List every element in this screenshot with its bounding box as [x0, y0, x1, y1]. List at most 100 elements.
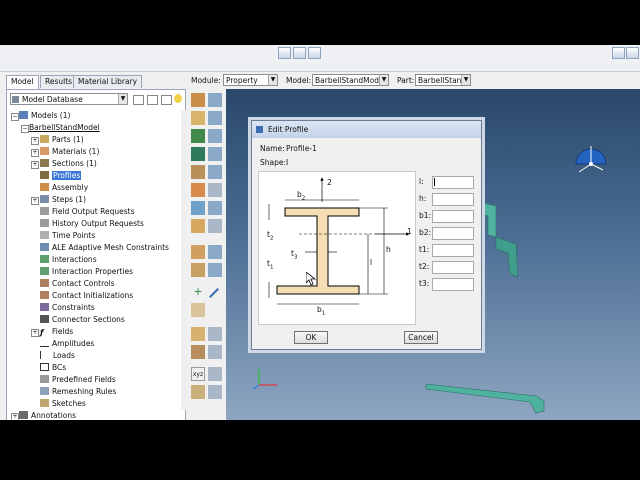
expand-annotations-icon[interactable]: +: [11, 413, 19, 420]
tree-item-ale-constraints[interactable]: ALE Adaptive Mesh Constraints: [40, 242, 169, 254]
module-select[interactable]: Property ▼: [223, 74, 278, 86]
tree-item-remeshing-rules[interactable]: Remeshing Rules: [40, 386, 116, 398]
inertia-icon[interactable]: [191, 263, 205, 277]
field-l-input[interactable]: [432, 176, 474, 189]
field-b1-label: b1:: [419, 211, 432, 220]
field-b2-input[interactable]: [432, 227, 474, 240]
model-select[interactable]: BarbellStandModel ▼: [312, 74, 389, 86]
assign-section-icon[interactable]: [191, 129, 205, 143]
orientation-manager-icon[interactable]: [208, 147, 222, 161]
toolbar-icon[interactable]: [293, 47, 306, 59]
special-icon[interactable]: [191, 245, 205, 259]
lightbulb-icon[interactable]: [174, 94, 182, 103]
tree-item-time-points[interactable]: Time Points: [40, 230, 95, 242]
expand-materials-icon[interactable]: +: [31, 149, 39, 157]
create-material-icon[interactable]: [191, 93, 205, 107]
field-t3-input[interactable]: [432, 278, 474, 291]
expand-parts-icon[interactable]: +: [31, 137, 39, 145]
tree-item-profiles[interactable]: Profiles: [40, 170, 82, 182]
section-assignment-manager-icon[interactable]: [208, 129, 222, 143]
field-b1-input[interactable]: [432, 210, 474, 223]
tree-item-parts[interactable]: Parts (1): [40, 134, 84, 146]
tree-item-interactions[interactable]: Interactions: [40, 254, 97, 266]
interaction-properties-icon: [40, 267, 49, 275]
profiles-icon: [40, 171, 49, 179]
tab-model[interactable]: Model: [6, 75, 39, 89]
expand-sections-icon[interactable]: +: [31, 161, 39, 169]
collapse-models-icon[interactable]: −: [11, 113, 19, 121]
tree-item-loads[interactable]: Loads: [40, 350, 75, 362]
tab-results[interactable]: Results: [40, 75, 78, 88]
expand-fields-icon[interactable]: +: [31, 329, 39, 337]
tree-item-fields[interactable]: ƒ Fields: [40, 326, 73, 338]
stringer-icon[interactable]: [208, 219, 222, 233]
beam-section-icon[interactable]: [208, 183, 222, 197]
materials-icon: [40, 147, 49, 155]
tree-item-sketches[interactable]: Sketches: [40, 398, 86, 410]
cancel-button[interactable]: Cancel: [404, 331, 438, 344]
tree-item-interaction-properties[interactable]: Interaction Properties: [40, 266, 133, 278]
create-profile-icon[interactable]: [191, 165, 205, 179]
tree-item-materials[interactable]: Materials (1): [40, 146, 99, 158]
toolbar-icon[interactable]: [626, 47, 639, 59]
query-icon[interactable]: [191, 345, 205, 359]
composite-layup-icon[interactable]: [191, 201, 205, 215]
section-manager-icon[interactable]: [208, 111, 222, 125]
transform-icon[interactable]: [208, 367, 222, 381]
b1-label: b1: [317, 305, 325, 317]
filter-icon[interactable]: [133, 95, 144, 105]
tree-item-sections[interactable]: Sections (1): [40, 158, 97, 170]
tab-material-library[interactable]: Material Library: [73, 75, 143, 88]
assign-orientation-icon[interactable]: [191, 147, 205, 161]
view-icon[interactable]: [191, 385, 205, 399]
tree-item-annotations[interactable]: Annotations: [19, 410, 76, 420]
tree-item-predefined-fields[interactable]: Predefined Fields: [40, 374, 116, 386]
tree-item-field-output-requests[interactable]: Field Output Requests: [40, 206, 135, 218]
datum-plane-icon[interactable]: [191, 303, 205, 317]
tree-item-history-output-requests[interactable]: History Output Requests: [40, 218, 144, 230]
collapse-model-icon[interactable]: −: [21, 125, 29, 133]
expand-icon[interactable]: [161, 95, 172, 105]
create-section-icon[interactable]: [191, 111, 205, 125]
expand-steps-icon[interactable]: +: [31, 197, 39, 205]
tree-item-steps[interactable]: Steps (1): [40, 194, 86, 206]
partition-face-icon[interactable]: [208, 327, 222, 341]
database-icon: [12, 96, 19, 103]
model-database-select[interactable]: Model Database ▼: [10, 93, 128, 105]
inertia-manager-icon[interactable]: [208, 263, 222, 277]
collapse-icon[interactable]: [147, 95, 158, 105]
field-t2-input[interactable]: [432, 261, 474, 274]
part-select[interactable]: BarbellStand ▼: [415, 74, 471, 86]
predefined-fields-icon: [40, 375, 49, 383]
view-manager-icon[interactable]: [208, 385, 222, 399]
profile-manager-icon[interactable]: [208, 165, 222, 179]
datum-point-icon[interactable]: +: [191, 285, 205, 299]
tree-item-label: Parts (1): [52, 135, 84, 144]
tree-item-models[interactable]: Models (1): [19, 110, 70, 122]
toolbar-icon[interactable]: [308, 47, 321, 59]
material-manager-icon[interactable]: [208, 93, 222, 107]
chevron-down-icon: ▼: [268, 75, 277, 85]
toolbar-icon[interactable]: [278, 47, 291, 59]
layup-manager-icon[interactable]: [208, 201, 222, 215]
datum-axis-icon[interactable]: [209, 288, 219, 298]
csys-icon[interactable]: xyz: [191, 367, 205, 381]
toolbar-icon[interactable]: [612, 47, 625, 59]
partition-icon[interactable]: [191, 327, 205, 341]
assign-beam-orientation-icon[interactable]: [191, 183, 205, 197]
field-t1-input[interactable]: [432, 244, 474, 257]
tree-item-assembly[interactable]: Assembly: [40, 182, 88, 194]
tree-item-model[interactable]: BarbellStandModel: [29, 122, 100, 134]
skin-icon[interactable]: [191, 219, 205, 233]
tree-item-contact-initializations[interactable]: Contact Initializations: [40, 290, 133, 302]
tree-item-contact-controls[interactable]: Contact Controls: [40, 278, 115, 290]
tree-item-constraints[interactable]: Constraints: [40, 302, 95, 314]
field-h-input[interactable]: [432, 193, 474, 206]
dialog-titlebar[interactable]: Edit Profile: [252, 121, 481, 138]
tree-item-connector-sections[interactable]: Connector Sections: [40, 314, 125, 326]
special-manager-icon[interactable]: [208, 245, 222, 259]
tree-item-amplitudes[interactable]: Amplitudes: [40, 338, 94, 350]
query-manager-icon[interactable]: [208, 345, 222, 359]
tree-item-bcs[interactable]: BCs: [40, 362, 66, 374]
ok-button[interactable]: OK: [294, 331, 328, 344]
